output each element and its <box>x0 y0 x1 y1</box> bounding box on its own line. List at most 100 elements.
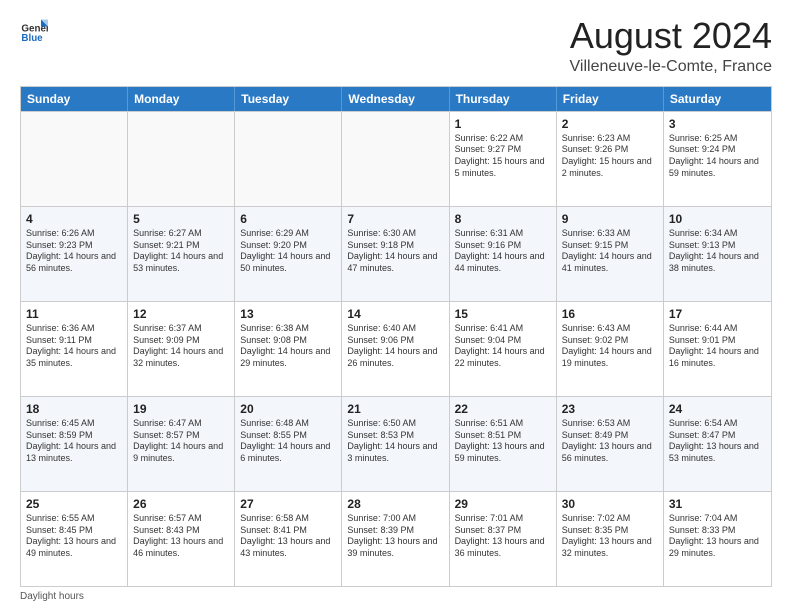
day-info: Sunrise: 6:31 AM Sunset: 9:16 PM Dayligh… <box>455 228 551 275</box>
day-number: 7 <box>347 211 443 227</box>
day-info: Sunrise: 7:02 AM Sunset: 8:35 PM Dayligh… <box>562 513 658 560</box>
calendar-row-1: 1Sunrise: 6:22 AM Sunset: 9:27 PM Daylig… <box>21 111 771 206</box>
calendar-cell-w4-d2: 19Sunrise: 6:47 AM Sunset: 8:57 PM Dayli… <box>128 397 235 491</box>
footer-note: Daylight hours <box>20 591 772 602</box>
header-tuesday: Tuesday <box>235 87 342 111</box>
calendar-cell-w3-d5: 15Sunrise: 6:41 AM Sunset: 9:04 PM Dayli… <box>450 302 557 396</box>
day-number: 23 <box>562 401 658 417</box>
calendar-cell-w1-d6: 2Sunrise: 6:23 AM Sunset: 9:26 PM Daylig… <box>557 112 664 206</box>
calendar-row-4: 18Sunrise: 6:45 AM Sunset: 8:59 PM Dayli… <box>21 396 771 491</box>
day-info: Sunrise: 6:38 AM Sunset: 9:08 PM Dayligh… <box>240 323 336 370</box>
calendar-cell-w4-d5: 22Sunrise: 6:51 AM Sunset: 8:51 PM Dayli… <box>450 397 557 491</box>
day-info: Sunrise: 6:47 AM Sunset: 8:57 PM Dayligh… <box>133 418 229 465</box>
calendar-cell-w4-d6: 23Sunrise: 6:53 AM Sunset: 8:49 PM Dayli… <box>557 397 664 491</box>
day-number: 11 <box>26 306 122 322</box>
header-sunday: Sunday <box>21 87 128 111</box>
day-number: 19 <box>133 401 229 417</box>
day-number: 1 <box>455 116 551 132</box>
calendar-cell-w5-d3: 27Sunrise: 6:58 AM Sunset: 8:41 PM Dayli… <box>235 492 342 586</box>
day-number: 2 <box>562 116 658 132</box>
day-number: 22 <box>455 401 551 417</box>
calendar-cell-w4-d3: 20Sunrise: 6:48 AM Sunset: 8:55 PM Dayli… <box>235 397 342 491</box>
day-number: 25 <box>26 496 122 512</box>
day-info: Sunrise: 7:01 AM Sunset: 8:37 PM Dayligh… <box>455 513 551 560</box>
calendar-cell-w5-d7: 31Sunrise: 7:04 AM Sunset: 8:33 PM Dayli… <box>664 492 771 586</box>
calendar-cell-w5-d5: 29Sunrise: 7:01 AM Sunset: 8:37 PM Dayli… <box>450 492 557 586</box>
header-monday: Monday <box>128 87 235 111</box>
main-title: August 2024 <box>570 16 772 56</box>
calendar-cell-w3-d2: 12Sunrise: 6:37 AM Sunset: 9:09 PM Dayli… <box>128 302 235 396</box>
day-number: 10 <box>669 211 766 227</box>
day-info: Sunrise: 6:48 AM Sunset: 8:55 PM Dayligh… <box>240 418 336 465</box>
calendar-cell-w3-d6: 16Sunrise: 6:43 AM Sunset: 9:02 PM Dayli… <box>557 302 664 396</box>
calendar-cell-w2-d7: 10Sunrise: 6:34 AM Sunset: 9:13 PM Dayli… <box>664 207 771 301</box>
day-number: 26 <box>133 496 229 512</box>
calendar-cell-w2-d6: 9Sunrise: 6:33 AM Sunset: 9:15 PM Daylig… <box>557 207 664 301</box>
header-thursday: Thursday <box>450 87 557 111</box>
calendar-cell-w3-d1: 11Sunrise: 6:36 AM Sunset: 9:11 PM Dayli… <box>21 302 128 396</box>
calendar-cell-w3-d4: 14Sunrise: 6:40 AM Sunset: 9:06 PM Dayli… <box>342 302 449 396</box>
day-info: Sunrise: 6:50 AM Sunset: 8:53 PM Dayligh… <box>347 418 443 465</box>
day-number: 4 <box>26 211 122 227</box>
calendar-cell-w2-d4: 7Sunrise: 6:30 AM Sunset: 9:18 PM Daylig… <box>342 207 449 301</box>
day-info: Sunrise: 6:54 AM Sunset: 8:47 PM Dayligh… <box>669 418 766 465</box>
day-number: 13 <box>240 306 336 322</box>
day-number: 29 <box>455 496 551 512</box>
calendar-cell-w1-d7: 3Sunrise: 6:25 AM Sunset: 9:24 PM Daylig… <box>664 112 771 206</box>
calendar-cell-w2-d5: 8Sunrise: 6:31 AM Sunset: 9:16 PM Daylig… <box>450 207 557 301</box>
day-number: 3 <box>669 116 766 132</box>
calendar-cell-w5-d2: 26Sunrise: 6:57 AM Sunset: 8:43 PM Dayli… <box>128 492 235 586</box>
header-saturday: Saturday <box>664 87 771 111</box>
day-info: Sunrise: 6:27 AM Sunset: 9:21 PM Dayligh… <box>133 228 229 275</box>
calendar-cell-w2-d2: 5Sunrise: 6:27 AM Sunset: 9:21 PM Daylig… <box>128 207 235 301</box>
day-number: 20 <box>240 401 336 417</box>
day-number: 12 <box>133 306 229 322</box>
day-info: Sunrise: 6:40 AM Sunset: 9:06 PM Dayligh… <box>347 323 443 370</box>
day-info: Sunrise: 6:22 AM Sunset: 9:27 PM Dayligh… <box>455 133 551 180</box>
day-info: Sunrise: 6:55 AM Sunset: 8:45 PM Dayligh… <box>26 513 122 560</box>
day-number: 16 <box>562 306 658 322</box>
day-info: Sunrise: 6:44 AM Sunset: 9:01 PM Dayligh… <box>669 323 766 370</box>
day-info: Sunrise: 6:25 AM Sunset: 9:24 PM Dayligh… <box>669 133 766 180</box>
day-info: Sunrise: 6:53 AM Sunset: 8:49 PM Dayligh… <box>562 418 658 465</box>
day-info: Sunrise: 6:33 AM Sunset: 9:15 PM Dayligh… <box>562 228 658 275</box>
logo-icon: General Blue <box>20 16 48 44</box>
calendar-cell-w3-d7: 17Sunrise: 6:44 AM Sunset: 9:01 PM Dayli… <box>664 302 771 396</box>
title-block: August 2024 Villeneuve-le-Comte, France <box>570 16 772 76</box>
day-info: Sunrise: 6:30 AM Sunset: 9:18 PM Dayligh… <box>347 228 443 275</box>
calendar-cell-w1-d1 <box>21 112 128 206</box>
subtitle: Villeneuve-le-Comte, France <box>570 58 772 76</box>
day-info: Sunrise: 6:37 AM Sunset: 9:09 PM Dayligh… <box>133 323 229 370</box>
calendar-cell-w1-d2 <box>128 112 235 206</box>
day-number: 15 <box>455 306 551 322</box>
day-number: 21 <box>347 401 443 417</box>
day-number: 28 <box>347 496 443 512</box>
day-number: 8 <box>455 211 551 227</box>
calendar-cell-w2-d1: 4Sunrise: 6:26 AM Sunset: 9:23 PM Daylig… <box>21 207 128 301</box>
calendar-cell-w1-d5: 1Sunrise: 6:22 AM Sunset: 9:27 PM Daylig… <box>450 112 557 206</box>
calendar-cell-w5-d6: 30Sunrise: 7:02 AM Sunset: 8:35 PM Dayli… <box>557 492 664 586</box>
day-info: Sunrise: 6:51 AM Sunset: 8:51 PM Dayligh… <box>455 418 551 465</box>
calendar-cell-w4-d7: 24Sunrise: 6:54 AM Sunset: 8:47 PM Dayli… <box>664 397 771 491</box>
day-number: 17 <box>669 306 766 322</box>
day-info: Sunrise: 6:29 AM Sunset: 9:20 PM Dayligh… <box>240 228 336 275</box>
calendar-header: Sunday Monday Tuesday Wednesday Thursday… <box>21 87 771 111</box>
day-info: Sunrise: 6:43 AM Sunset: 9:02 PM Dayligh… <box>562 323 658 370</box>
calendar-cell-w1-d4 <box>342 112 449 206</box>
day-info: Sunrise: 6:58 AM Sunset: 8:41 PM Dayligh… <box>240 513 336 560</box>
calendar-cell-w5-d1: 25Sunrise: 6:55 AM Sunset: 8:45 PM Dayli… <box>21 492 128 586</box>
page: General Blue August 2024 Villeneuve-le-C… <box>0 0 792 612</box>
calendar-row-5: 25Sunrise: 6:55 AM Sunset: 8:45 PM Dayli… <box>21 491 771 586</box>
calendar: Sunday Monday Tuesday Wednesday Thursday… <box>20 86 772 587</box>
calendar-cell-w5-d4: 28Sunrise: 7:00 AM Sunset: 8:39 PM Dayli… <box>342 492 449 586</box>
calendar-cell-w4-d1: 18Sunrise: 6:45 AM Sunset: 8:59 PM Dayli… <box>21 397 128 491</box>
day-info: Sunrise: 7:00 AM Sunset: 8:39 PM Dayligh… <box>347 513 443 560</box>
calendar-cell-w3-d3: 13Sunrise: 6:38 AM Sunset: 9:08 PM Dayli… <box>235 302 342 396</box>
day-number: 14 <box>347 306 443 322</box>
header: General Blue August 2024 Villeneuve-le-C… <box>20 16 772 76</box>
day-info: Sunrise: 6:23 AM Sunset: 9:26 PM Dayligh… <box>562 133 658 180</box>
calendar-row-3: 11Sunrise: 6:36 AM Sunset: 9:11 PM Dayli… <box>21 301 771 396</box>
day-info: Sunrise: 6:34 AM Sunset: 9:13 PM Dayligh… <box>669 228 766 275</box>
header-friday: Friday <box>557 87 664 111</box>
day-number: 9 <box>562 211 658 227</box>
